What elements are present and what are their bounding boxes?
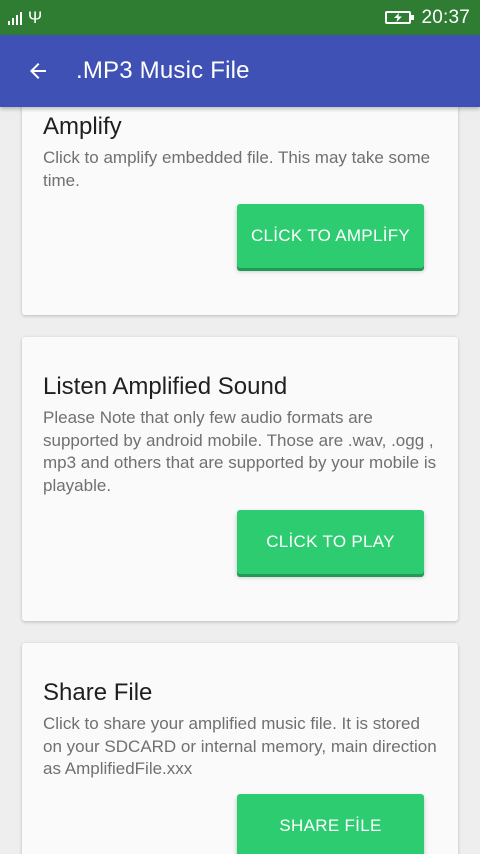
share-file-button[interactable]: SHARE FİLE bbox=[237, 794, 424, 854]
usb-icon: Ψ bbox=[28, 8, 43, 27]
page-title: .MP3 Music File bbox=[76, 57, 250, 84]
status-right-group: 20:37 bbox=[385, 0, 470, 35]
app-bar: .MP3 Music File bbox=[0, 35, 480, 107]
play-button[interactable]: CLİCK TO PLAY bbox=[237, 510, 424, 574]
listen-card: Listen Amplified Sound Please Note that … bbox=[22, 337, 458, 621]
card-description: Please Note that only few audio formats … bbox=[43, 408, 437, 495]
status-left-group: Ψ bbox=[8, 0, 42, 35]
arrow-back-icon[interactable] bbox=[8, 35, 68, 107]
card-title: Amplify bbox=[43, 113, 122, 140]
card-title: Share File bbox=[43, 679, 153, 706]
share-card: Share File Click to share your amplified… bbox=[22, 643, 458, 854]
signal-icon bbox=[8, 11, 22, 25]
amplify-button[interactable]: CLİCK TO AMPLİFY bbox=[237, 204, 424, 268]
card-description: Click to share your amplified music file… bbox=[43, 714, 437, 778]
content-scroll-area[interactable]: Amplify Click to amplify embedded file. … bbox=[0, 107, 480, 854]
card-title: Listen Amplified Sound bbox=[43, 373, 288, 400]
status-bar: Ψ 20:37 bbox=[0, 0, 480, 35]
battery-charging-icon bbox=[385, 11, 415, 24]
status-clock: 20:37 bbox=[421, 6, 470, 28]
card-description: Click to amplify embedded file. This may… bbox=[43, 148, 431, 190]
amplify-card: Amplify Click to amplify embedded file. … bbox=[22, 107, 458, 315]
